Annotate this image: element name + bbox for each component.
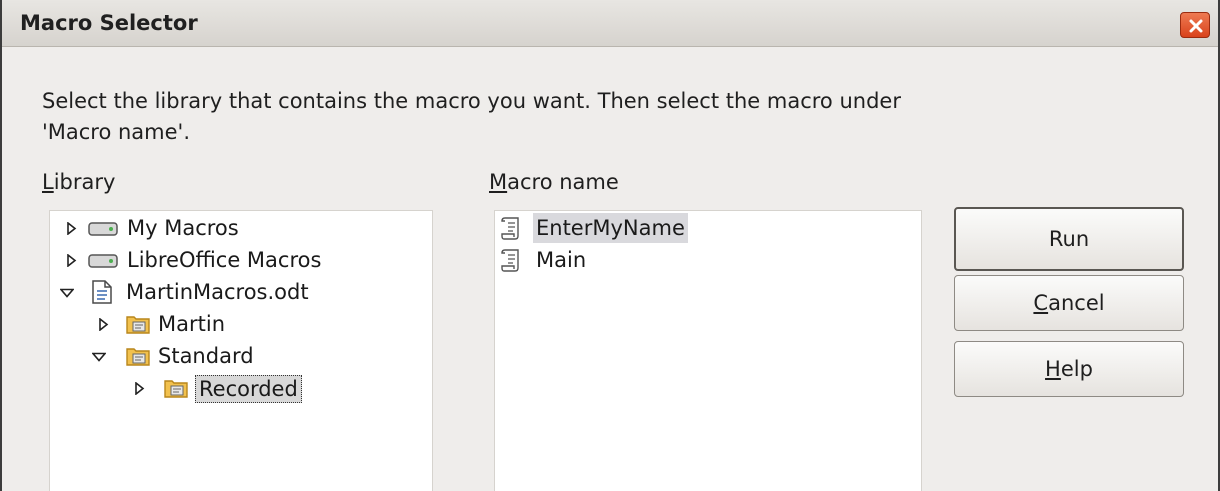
tree-item-standard[interactable]: Standard: [92, 341, 412, 371]
tree-item-label: My Macros: [127, 216, 239, 240]
instruction-text: Select the library that contains the mac…: [42, 89, 901, 144]
library-tree[interactable]: My Macros LibreOffice Macros MartinMacro…: [49, 210, 433, 491]
collapse-arrow-icon[interactable]: [92, 352, 106, 362]
tree-item-label-selected: Recorded: [195, 375, 302, 403]
tree-item-my-macros[interactable]: My Macros: [66, 213, 426, 243]
library-folder-icon: [126, 348, 150, 366]
drive-icon: [88, 222, 118, 236]
macro-name-list[interactable]: EnterMyName Main: [494, 210, 922, 491]
title-bar[interactable]: Macro Selector: [2, 0, 1218, 47]
run-button[interactable]: Run: [954, 207, 1184, 271]
tree-item-label: LibreOffice Macros: [127, 248, 322, 272]
expand-arrow-icon[interactable]: [98, 318, 109, 331]
cancel-button[interactable]: Cancel: [954, 275, 1184, 331]
tree-item-martin[interactable]: Martin: [98, 309, 418, 339]
tree-item-martinmacros-odt[interactable]: MartinMacros.odt: [60, 277, 420, 307]
tree-item-libreoffice-macros[interactable]: LibreOffice Macros: [66, 245, 426, 275]
tree-item-label: Standard: [158, 344, 254, 368]
document-icon: [92, 280, 112, 304]
close-button[interactable]: [1180, 12, 1210, 38]
macro-script-icon: [501, 217, 519, 240]
macro-item-entermyname[interactable]: EnterMyName: [501, 213, 761, 243]
tree-item-recorded[interactable]: Recorded: [134, 373, 414, 403]
macro-selector-dialog: Macro Selector Select the library that c…: [0, 0, 1220, 491]
macro-name-label-rest: acro name: [507, 170, 619, 194]
macro-item-main[interactable]: Main: [501, 245, 761, 275]
macro-item-label: EnterMyName: [533, 213, 688, 243]
macro-name-label-mnemonic: M: [489, 170, 508, 194]
macro-name-label: Macro name: [489, 170, 619, 194]
macro-item-label: Main: [536, 248, 587, 272]
macro-script-icon: [501, 249, 519, 272]
collapse-arrow-icon[interactable]: [60, 288, 74, 298]
library-folder-icon: [126, 316, 150, 334]
library-label: Library: [42, 170, 115, 194]
drive-icon: [88, 254, 118, 268]
library-label-rest: ibrary: [53, 170, 116, 194]
expand-arrow-icon[interactable]: [134, 382, 145, 395]
window-title: Macro Selector: [20, 11, 198, 35]
tree-item-label: MartinMacros.odt: [126, 280, 309, 304]
close-icon: [1189, 19, 1203, 33]
help-button[interactable]: Help: [954, 341, 1184, 397]
help-label-rest: elp: [1060, 357, 1093, 381]
library-folder-icon: [164, 380, 188, 398]
help-mnemonic: H: [1045, 357, 1061, 381]
library-label-mnemonic: L: [42, 170, 54, 194]
expand-arrow-icon[interactable]: [66, 254, 77, 267]
expand-arrow-icon[interactable]: [66, 222, 77, 235]
cancel-mnemonic: C: [1033, 291, 1049, 315]
cancel-label-rest: ancel: [1048, 291, 1105, 315]
tree-item-label: Martin: [158, 312, 225, 336]
